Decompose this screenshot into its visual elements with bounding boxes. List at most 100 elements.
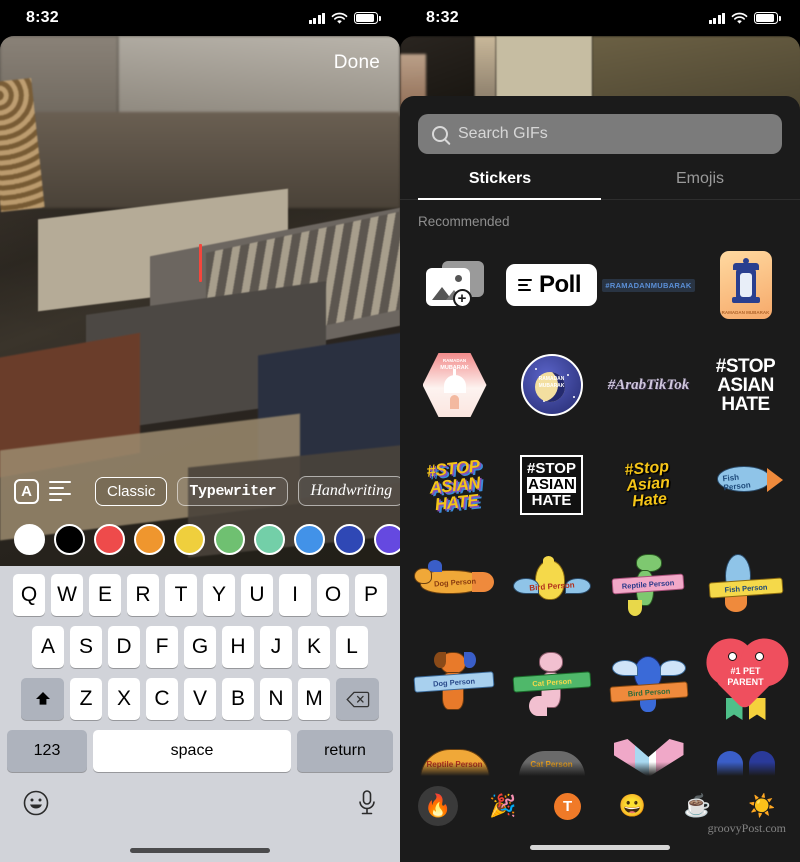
sticker-fish-person-yellow[interactable]: Fish Person bbox=[697, 535, 794, 635]
sticker-reptile-person-green[interactable]: Reptile Person bbox=[600, 535, 697, 635]
sticker-fish-person-blue[interactable]: Fish Person bbox=[697, 435, 794, 535]
sticker-ramadan-text[interactable]: #RAMADANMUBARAK bbox=[600, 235, 697, 335]
shift-key[interactable] bbox=[21, 678, 64, 720]
return-key[interactable]: return bbox=[297, 730, 393, 772]
key-t[interactable]: T bbox=[165, 574, 197, 616]
color-swatch-yellow[interactable] bbox=[174, 523, 205, 555]
color-swatch-mint[interactable] bbox=[254, 523, 285, 555]
sticker-stop-asian-hate-box[interactable]: #STOP ASIAN HATE bbox=[503, 435, 600, 535]
key-b[interactable]: B bbox=[222, 678, 254, 720]
stop-asian-hate-box-sticker: #STOP ASIAN HATE bbox=[520, 455, 583, 515]
search-gifs-input[interactable]: Search GIFs bbox=[418, 114, 782, 154]
sticker-pet-parent-heart[interactable]: #1 PET PARENT bbox=[697, 635, 794, 735]
text-sticker-tab[interactable]: T bbox=[548, 786, 588, 826]
color-swatch-navy[interactable] bbox=[334, 523, 365, 555]
poll-bars-icon bbox=[517, 278, 532, 292]
key-r[interactable]: R bbox=[127, 574, 159, 616]
key-k[interactable]: K bbox=[298, 626, 330, 668]
sticker-dog-person-banner[interactable]: Dog Person bbox=[406, 635, 503, 735]
sticker-stop-asian-hate-yellow[interactable]: #STOP ASIAN HATE bbox=[406, 435, 503, 535]
backspace-icon bbox=[345, 691, 369, 707]
sticker-arab-tiktok[interactable]: #ArabTikTok bbox=[600, 335, 697, 435]
color-swatch-blue[interactable] bbox=[294, 523, 325, 555]
color-swatch-black[interactable] bbox=[54, 523, 85, 555]
key-f[interactable]: F bbox=[146, 626, 178, 668]
section-title-recommended: Recommended bbox=[418, 214, 510, 229]
font-option-classic[interactable]: Classic bbox=[95, 476, 168, 506]
cellular-signal-icon bbox=[308, 12, 325, 24]
text-t-icon: T bbox=[554, 792, 582, 820]
keyboard-bottom-row bbox=[0, 782, 400, 818]
battery-icon bbox=[754, 12, 781, 24]
key-w[interactable]: W bbox=[51, 574, 83, 616]
party-emoji-tab[interactable]: 🎉 bbox=[483, 786, 523, 826]
text-style-button[interactable]: A bbox=[14, 478, 39, 504]
tab-emojis[interactable]: Emojis bbox=[600, 170, 800, 200]
key-v[interactable]: V bbox=[184, 678, 216, 720]
smiley-emoji-tab[interactable]: 😀 bbox=[612, 786, 652, 826]
key-q[interactable]: Q bbox=[13, 574, 45, 616]
font-option-typewriter[interactable]: Typewriter bbox=[177, 476, 289, 506]
fish-person-yellow-sticker: Fish Person bbox=[703, 550, 789, 620]
sticker-poll[interactable]: Poll bbox=[503, 235, 600, 335]
sticker-stop-asian-hate-script[interactable]: #Stop Asian Hate bbox=[600, 435, 697, 535]
font-option-handwriting[interactable]: Handwriting bbox=[298, 476, 400, 506]
sticker-dog-person-orange[interactable]: Dog Person bbox=[406, 535, 503, 635]
sticker-stop-asian-hate-plain[interactable]: #STOP ASIAN HATE bbox=[697, 335, 794, 435]
status-icons bbox=[308, 12, 381, 25]
cellular-signal-icon bbox=[708, 12, 725, 24]
sticker-bird-person-yellow[interactable]: Bird Person bbox=[503, 535, 600, 635]
screenshot-root: 8:32 Done A Classic Typewriter Handwriti… bbox=[0, 0, 800, 862]
key-h[interactable]: H bbox=[222, 626, 254, 668]
key-m[interactable]: M bbox=[298, 678, 330, 720]
bird-person-banner-sticker: Bird Person bbox=[606, 650, 692, 720]
key-e[interactable]: E bbox=[89, 574, 121, 616]
key-z[interactable]: Z bbox=[70, 678, 102, 720]
color-swatch-orange[interactable] bbox=[134, 523, 165, 555]
color-swatch-red[interactable] bbox=[94, 523, 125, 555]
key-c[interactable]: C bbox=[146, 678, 178, 720]
space-key[interactable]: space bbox=[93, 730, 291, 772]
emoji-face-icon[interactable] bbox=[22, 789, 50, 817]
key-o[interactable]: O bbox=[317, 574, 349, 616]
sticker-bird-person-banner[interactable]: Bird Person bbox=[600, 635, 697, 735]
color-swatch-white[interactable] bbox=[14, 523, 45, 555]
color-palette bbox=[0, 518, 400, 560]
home-indicator-left bbox=[130, 848, 270, 853]
backspace-key[interactable] bbox=[336, 678, 379, 720]
color-swatch-purple[interactable] bbox=[374, 523, 400, 555]
key-j[interactable]: J bbox=[260, 626, 292, 668]
text-align-icon bbox=[49, 480, 71, 502]
key-x[interactable]: X bbox=[108, 678, 140, 720]
key-p[interactable]: P bbox=[355, 574, 387, 616]
status-bar-left: 8:32 bbox=[0, 0, 400, 36]
key-g[interactable]: G bbox=[184, 626, 216, 668]
key-s[interactable]: S bbox=[70, 626, 102, 668]
text-align-button[interactable] bbox=[49, 478, 71, 504]
key-l[interactable]: L bbox=[336, 626, 368, 668]
color-swatch-green[interactable] bbox=[214, 523, 245, 555]
sun-emoji-tab[interactable]: ☀️ bbox=[742, 786, 782, 826]
key-i[interactable]: I bbox=[279, 574, 311, 616]
microphone-icon[interactable] bbox=[356, 788, 378, 818]
coffee-emoji-tab[interactable]: ☕ bbox=[677, 786, 717, 826]
key-y[interactable]: Y bbox=[203, 574, 235, 616]
key-d[interactable]: D bbox=[108, 626, 140, 668]
moon-caption: RAMADAN MUBARAK bbox=[538, 376, 565, 389]
numbers-key[interactable]: 123 bbox=[7, 730, 87, 772]
sticker-add-photo[interactable]: + bbox=[406, 235, 503, 335]
text-style-toolbar: A Classic Typewriter Handwriting bbox=[0, 468, 400, 514]
done-button[interactable]: Done bbox=[334, 52, 380, 74]
sticker-ramadan-lantern[interactable]: RAMADAN MUBARAK bbox=[697, 235, 794, 335]
sticker-cat-person-banner[interactable]: Cat Person bbox=[503, 635, 600, 735]
key-a[interactable]: A bbox=[32, 626, 64, 668]
sticker-ramadan-moon[interactable]: RAMADAN MUBARAK bbox=[503, 335, 600, 435]
sticker-ramadan-mosque[interactable]: RAMADAN MUBARAK bbox=[406, 335, 503, 435]
active-tab-underline bbox=[418, 197, 601, 200]
mosque-hexagon-sticker: RAMADAN MUBARAK bbox=[422, 353, 487, 417]
fire-emoji-tab[interactable]: 🔥 bbox=[418, 786, 458, 826]
key-u[interactable]: U bbox=[241, 574, 273, 616]
wifi-icon bbox=[731, 12, 748, 24]
tab-stickers[interactable]: Stickers bbox=[400, 170, 600, 200]
key-n[interactable]: N bbox=[260, 678, 292, 720]
